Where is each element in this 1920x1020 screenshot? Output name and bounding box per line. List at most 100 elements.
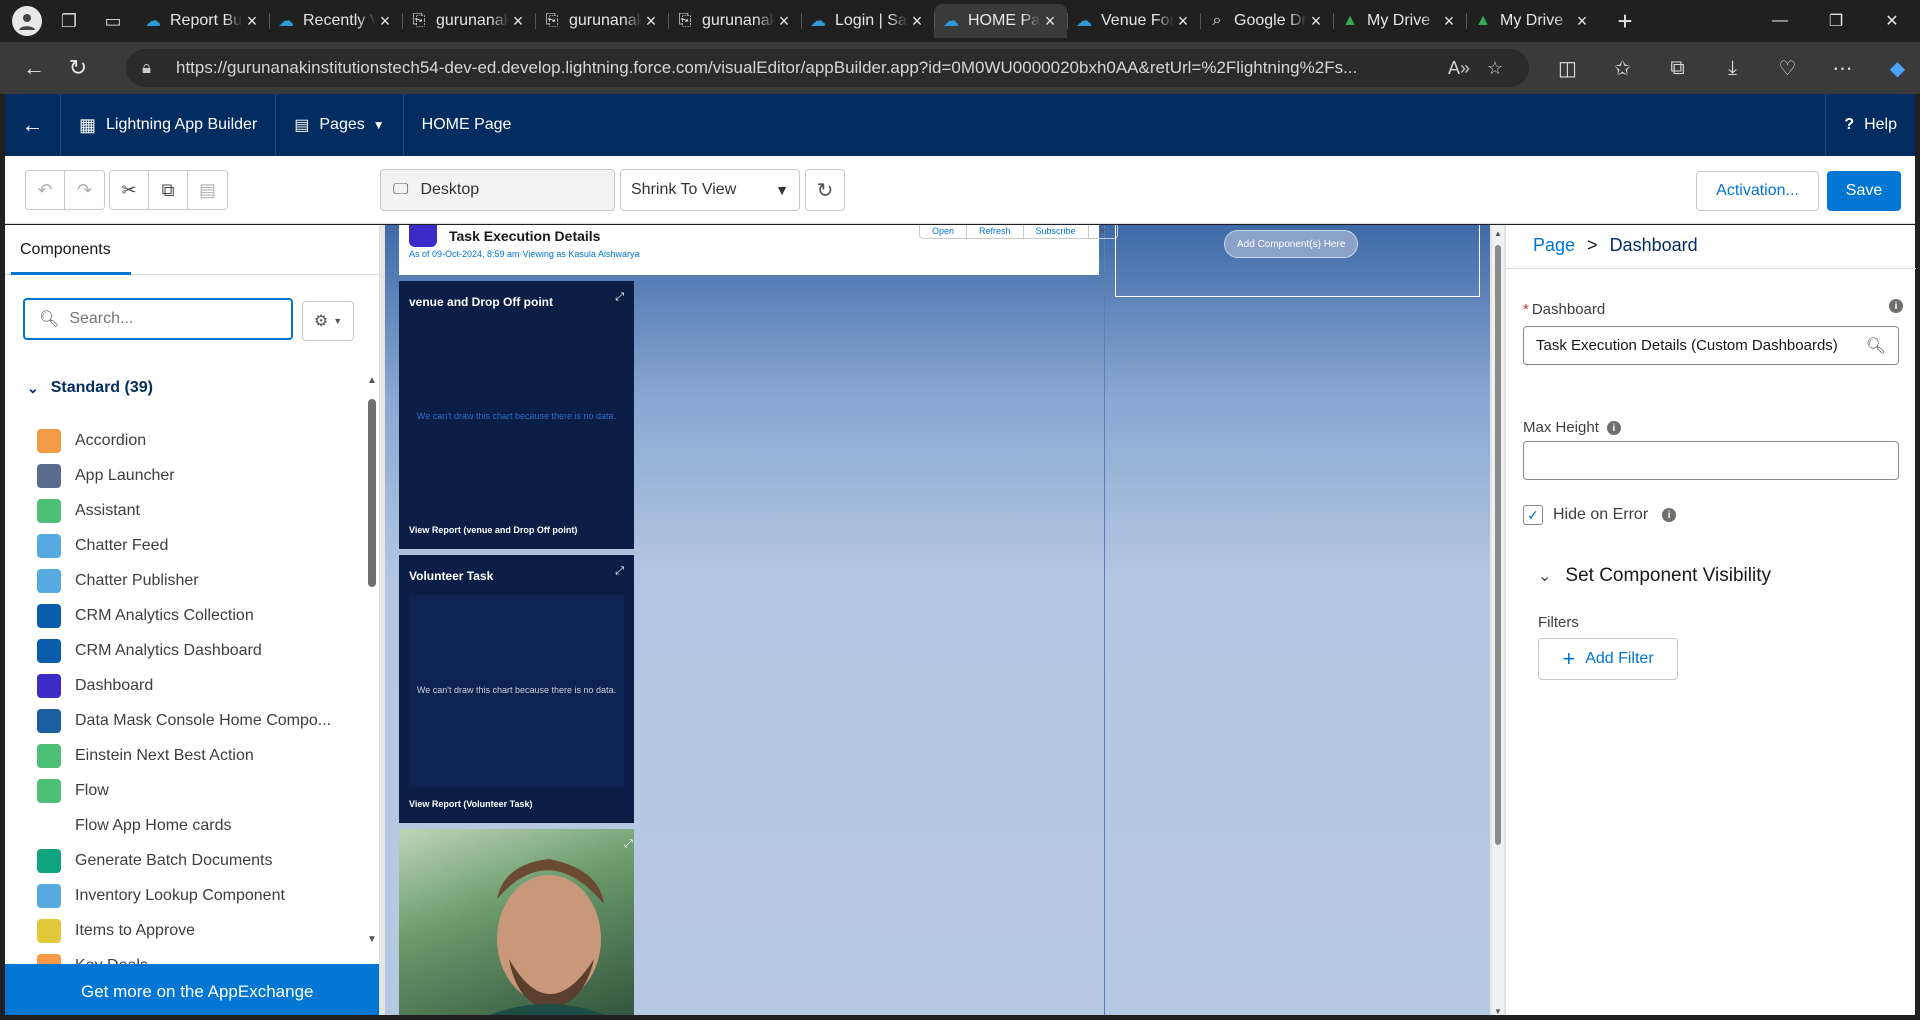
copy-icon[interactable]: ⧉ [149,171,188,209]
component-item[interactable]: CRM Analytics Collection [37,598,357,633]
sidebar-drop-region[interactable]: Add Component(s) Here [1115,225,1480,297]
dashboard-action-button[interactable]: Refresh [967,225,1024,238]
browser-tab[interactable]: ☁ Venue Form× [1067,4,1200,38]
info-icon[interactable]: i [1662,508,1677,522]
read-aloud-icon[interactable]: A» [1441,58,1477,79]
browser-tab[interactable]: ☁ Login | Salesforce× [801,4,934,38]
close-tab-icon[interactable]: × [1440,11,1458,32]
hide-on-error-checkbox[interactable]: ✓ [1523,505,1543,525]
tab-components[interactable]: Components [20,241,111,259]
save-button[interactable]: Save [1827,171,1901,211]
settings-menu-button[interactable]: ⚙ ▼ [302,301,354,341]
device-selector[interactable]: 🖵 Desktop [380,169,615,211]
component-item[interactable]: Items to Approve [37,913,357,948]
scroll-thumb[interactable] [1495,245,1501,845]
expand-icon[interactable]: ⤢ [615,565,624,578]
chart-card-volunteer[interactable]: Volunteer Task ⤢ We can't draw this char… [399,555,634,823]
pages-menu[interactable]: ▤ Pages ▼ [276,94,404,156]
components-scrollbar[interactable]: ▲ ▼ [367,375,377,945]
view-report-link[interactable]: View Report (venue and Drop Off point) [409,525,577,535]
browser-tab[interactable]: ☁ Report Builder× [136,4,269,38]
workspaces-icon[interactable]: ❐ [52,4,86,38]
browser-tab[interactable]: ⎘ gurunanak × [535,4,668,38]
performance-heart-icon[interactable]: ♡ [1760,48,1815,88]
visibility-section-toggle[interactable]: ⌄ Set Component Visibility [1538,565,1771,587]
profile-avatar-icon[interactable] [12,6,42,36]
favorites-icon[interactable]: ✩ [1595,48,1650,88]
browser-tab[interactable]: ⎘ gurunanak × [668,4,801,38]
browser-tab[interactable]: ▲ My Drive × [1333,4,1466,38]
component-search-input[interactable] [69,310,270,328]
component-item[interactable]: Data Mask Console Home Compo... [37,703,357,738]
info-icon[interactable]: i [1606,421,1621,436]
vertical-tabs-icon[interactable]: ▭ [96,4,130,38]
paste-icon[interactable]: ▤ [188,171,227,209]
split-screen-icon[interactable]: ◫ [1540,48,1595,88]
refresh-button[interactable]: ↻ [805,169,845,211]
minimize-icon[interactable]: — [1752,0,1808,42]
component-item[interactable]: CRM Analytics Dashboard [37,633,357,668]
browser-tab[interactable]: ⌕ Google Drive× [1200,4,1333,38]
scroll-up-icon[interactable]: ▲ [1494,229,1502,238]
restore-icon[interactable]: ❐ [1808,0,1864,42]
close-tab-icon[interactable]: × [1174,11,1192,32]
dashboard-action-button[interactable]: Open [920,225,968,238]
browser-tab[interactable]: ▲ My Drive × [1466,4,1599,38]
close-tab-icon[interactable]: × [642,11,660,32]
downloads-icon[interactable]: ⤓ [1705,48,1760,88]
scroll-up-icon[interactable]: ▲ [367,375,377,386]
more-options-icon[interactable]: ⋯ [1815,48,1870,88]
component-item[interactable]: Chatter Publisher [37,563,357,598]
browser-tab[interactable]: ☁ Recently Viewed× [269,4,402,38]
max-height-input[interactable] [1523,441,1899,480]
reload-icon[interactable]: ↻ [58,48,98,88]
main-region[interactable]: Task Execution Details As of 09-Oct-2024… [385,225,1119,1020]
new-tab-button[interactable]: + [1607,4,1643,38]
browser-tab[interactable]: ☁ HOME Page× [934,4,1067,38]
close-tab-icon[interactable]: × [1573,11,1591,32]
expand-icon[interactable]: ⤢ [615,291,624,304]
component-item[interactable]: Flow [37,773,357,808]
breadcrumb-page-link[interactable]: Page [1533,235,1575,256]
standard-section-toggle[interactable]: ⌄ Standard (39) [27,379,153,397]
dashboard-lookup-field[interactable]: Task Execution Details (Custom Dashboard… [1523,326,1899,365]
component-item[interactable]: Dashboard [37,668,357,703]
back-arrow-icon[interactable]: ← [5,94,61,156]
favorite-star-icon[interactable]: ☆ [1477,58,1513,79]
dashboard-component-header[interactable]: Task Execution Details As of 09-Oct-2024… [399,225,1119,275]
copilot-icon[interactable]: ◆ [1870,48,1920,88]
close-tab-icon[interactable]: × [509,11,527,32]
component-item[interactable]: Generate Batch Documents [37,843,357,878]
close-tab-icon[interactable]: × [1307,11,1325,32]
canvas-scrollbar[interactable]: ▲ ▼ [1492,225,1504,1020]
component-item[interactable]: Einstein Next Best Action [37,738,357,773]
view-report-link[interactable]: View Report (Volunteer Task) [409,799,533,809]
close-tab-icon[interactable]: × [1041,11,1059,32]
activation-button[interactable]: Activation... [1696,171,1819,211]
scroll-down-icon[interactable]: ▼ [367,934,377,945]
close-tab-icon[interactable]: × [908,11,926,32]
help-button[interactable]: ? Help [1825,94,1915,156]
search-icon[interactable]: 🔍︎ [1866,336,1886,356]
appexchange-link[interactable]: Get more on the AppExchange [5,964,379,1020]
close-window-icon[interactable]: ✕ [1864,0,1920,42]
component-item[interactable]: Assistant [37,493,357,528]
component-item[interactable]: Chatter Feed [37,528,357,563]
undo-icon[interactable]: ↶ [26,171,65,209]
chart-card-venue[interactable]: venue and Drop Off point ⤢ We can't draw… [399,281,634,549]
url-field[interactable]: 🔒︎ https://gurunanakinstitutionstech54-d… [126,49,1529,87]
view-mode-select[interactable]: Shrink To View ▼ [620,169,800,211]
collections-icon[interactable]: ⧉ [1650,48,1705,88]
browser-tab[interactable]: ⎘ gurunanak × [402,4,535,38]
redo-icon[interactable]: ↷ [65,171,104,209]
component-item[interactable]: Flow App Home cards [37,808,357,843]
add-component-placeholder[interactable]: Add Component(s) Here [1224,230,1359,258]
component-item[interactable]: Inventory Lookup Component [37,878,357,913]
add-filter-button[interactable]: + Add Filter [1538,638,1678,680]
dashboard-action-button[interactable]: Subscribe [1024,225,1089,238]
component-item[interactable]: Accordion [37,423,357,458]
dashboard-action-button[interactable]: ▾ [1089,225,1118,238]
component-item[interactable]: App Launcher [37,458,357,493]
back-icon[interactable]: ← [14,48,54,88]
close-tab-icon[interactable]: × [376,11,394,32]
